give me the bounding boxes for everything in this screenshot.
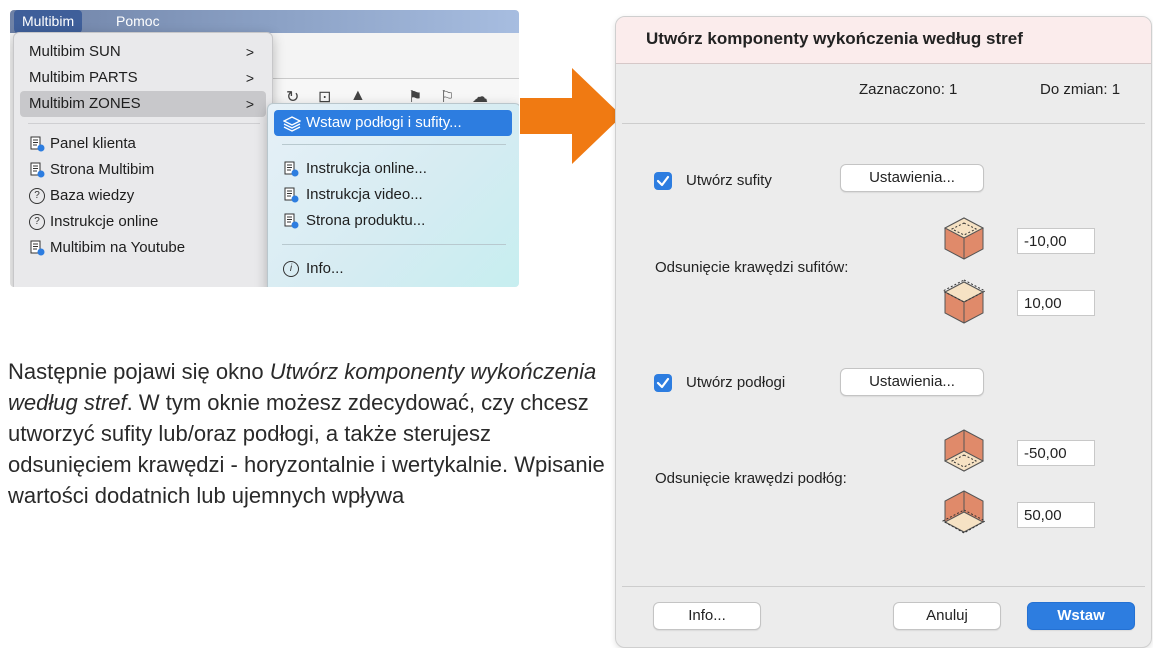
dialog-divider	[622, 586, 1145, 587]
menu-item-multibim-sun[interactable]: Multibim SUN >	[20, 39, 266, 65]
floors-checkbox-label: Utwórz podłogi	[686, 374, 786, 391]
ceiling-offset-positive-icon	[941, 279, 987, 324]
layers-icon	[282, 115, 302, 132]
menu-item-wstaw-podlogi[interactable]: Wstaw podłogi i sufity...	[274, 110, 512, 136]
menu-item-strona-multibim[interactable]: Strona Multibim	[20, 157, 266, 183]
menu-item-label: Strona produktu...	[306, 212, 426, 229]
dialog-title: Utwórz komponenty wykończenia według str…	[646, 29, 1023, 48]
menu-item-label: Instrukcja video...	[306, 186, 423, 203]
menu-divider	[282, 144, 506, 145]
menu-item-label: Multibim ZONES	[29, 95, 141, 112]
floors-checkbox[interactable]	[654, 374, 672, 392]
menu-item-label: Info...	[306, 260, 344, 277]
question-circle-icon: ?	[29, 188, 45, 204]
orange-arrow-icon	[520, 68, 622, 164]
selected-count: Zaznaczono: 1	[859, 81, 958, 98]
cancel-button[interactable]: Anuluj	[893, 602, 1001, 630]
insert-button[interactable]: Wstaw	[1027, 602, 1135, 630]
description-paragraph: Następnie pojawi się okno Utwórz kompone…	[8, 356, 608, 511]
menu-item-multibim-parts[interactable]: Multibim PARTS >	[20, 65, 266, 91]
document-icon	[29, 240, 45, 256]
floor-offset-negative-icon	[943, 429, 985, 472]
menubar: Multibim Pomoc	[10, 10, 519, 33]
menu-item-label: Multibim SUN	[29, 43, 121, 60]
ceilings-checkbox-label: Utwórz sufity	[686, 172, 772, 189]
question-circle-icon: ?	[29, 214, 45, 230]
ceilings-checkbox[interactable]	[654, 172, 672, 190]
multibim-menu: Multibim SUN > Multibim PARTS > Multibim…	[13, 32, 273, 287]
dialog-title-bar: Utwórz komponenty wykończenia według str…	[616, 17, 1151, 64]
chevron-right-icon: >	[245, 96, 254, 112]
info-button[interactable]: Info...	[653, 602, 761, 630]
document-icon	[283, 161, 299, 177]
document-icon	[283, 187, 299, 203]
document-icon	[29, 162, 45, 178]
menu-item-label: Panel klienta	[50, 135, 136, 152]
menu-item-instrukcje-online[interactable]: ? Instrukcje online	[20, 209, 266, 235]
ceiling-offset-negative-icon	[943, 217, 985, 260]
menu-item-panel-klienta[interactable]: Panel klienta	[20, 131, 266, 157]
menu-divider	[28, 123, 260, 124]
menu-item-label: Wstaw podłogi i sufity...	[306, 114, 462, 131]
menu-item-info[interactable]: i Info...	[274, 256, 512, 282]
menubar-pomoc[interactable]: Pomoc	[108, 10, 168, 33]
floors-offset-label: Odsunięcie krawędzi podłóg:	[655, 470, 847, 487]
zones-submenu: Wstaw podłogi i sufity... Instrukcja onl…	[267, 103, 519, 287]
floor-offset-top-input[interactable]: -50,00	[1017, 440, 1095, 466]
ceiling-offset-bottom-input[interactable]: 10,00	[1017, 290, 1095, 316]
menu-item-instrukcja-online[interactable]: Instrukcja online...	[274, 156, 512, 182]
ceilings-offset-label: Odsunięcie krawędzi sufitów:	[655, 259, 849, 276]
menu-item-label: Multibim na Youtube	[50, 239, 186, 256]
menubar-multibim[interactable]: Multibim	[14, 10, 83, 33]
chevron-right-icon: >	[245, 44, 254, 60]
menu-divider	[282, 244, 506, 245]
floor-offset-bottom-input[interactable]: 50,00	[1017, 502, 1095, 528]
info-circle-icon: i	[283, 261, 299, 277]
ceiling-offset-top-input[interactable]: -10,00	[1017, 228, 1095, 254]
menu-item-baza-wiedzy[interactable]: ? Baza wiedzy	[20, 183, 266, 209]
ceilings-settings-button[interactable]: Ustawienia...	[840, 164, 984, 192]
floors-settings-button[interactable]: Ustawienia...	[840, 368, 984, 396]
menu-item-label: Multibim PARTS	[29, 69, 138, 86]
menu-item-label: Baza wiedzy	[50, 187, 135, 204]
menu-item-strona-produktu[interactable]: Strona produktu...	[274, 208, 512, 234]
document-icon	[283, 213, 299, 229]
document-icon	[29, 136, 45, 152]
menu-item-label: Strona Multibim	[50, 161, 155, 178]
to-change-count: Do zmian: 1	[1040, 81, 1121, 98]
floor-offset-positive-icon	[941, 490, 987, 534]
paragraph-text: Następnie pojawi się okno	[8, 359, 270, 384]
menu-item-label: Instrukcje online	[50, 213, 159, 230]
menu-screenshot: Multibim Pomoc ↻ ⊡ ▲ ⚑ ⚐ ☁ Multibim SUN …	[10, 10, 519, 287]
dialog-divider	[622, 123, 1145, 124]
menu-item-multibim-youtube[interactable]: Multibim na Youtube	[20, 235, 266, 261]
menu-item-multibim-zones[interactable]: Multibim ZONES >	[20, 91, 266, 117]
zones-dialog: Utwórz komponenty wykończenia według str…	[615, 16, 1152, 648]
menu-item-instrukcja-video[interactable]: Instrukcja video...	[274, 182, 512, 208]
menu-item-label: Instrukcja online...	[306, 160, 427, 177]
chevron-right-icon: >	[245, 70, 254, 86]
